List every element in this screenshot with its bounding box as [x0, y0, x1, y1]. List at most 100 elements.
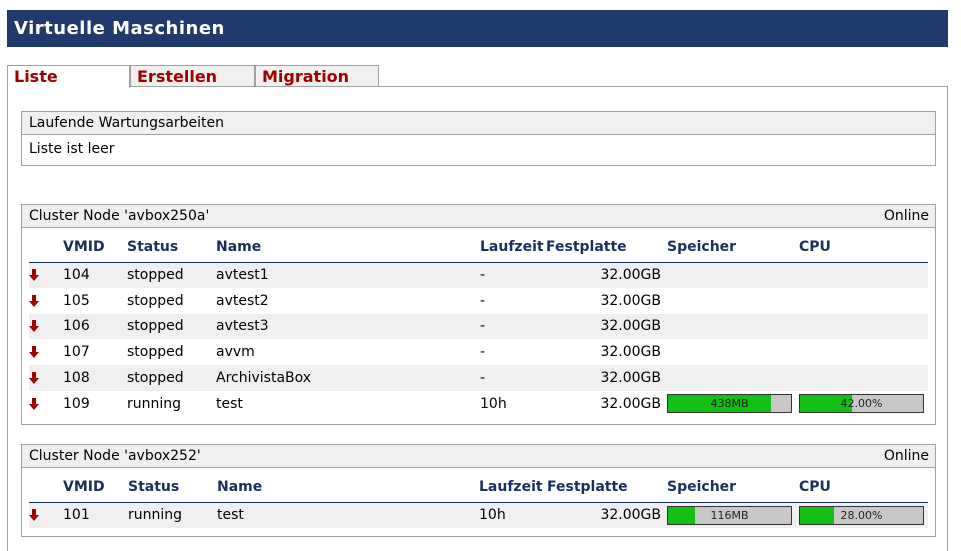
name-cell[interactable]: avvm: [216, 339, 480, 365]
cpu-bar-label: 42.00%: [840, 397, 883, 411]
tab-bar: Liste Erstellen Migration: [7, 65, 379, 88]
arrow-down-icon[interactable]: [29, 294, 39, 307]
arrow-down-icon[interactable]: [29, 320, 39, 333]
cpu-cell: [799, 365, 928, 391]
vmid-cell: 106: [63, 313, 127, 340]
table-row: 104 stopped avtest1-32.00GB: [29, 262, 928, 288]
col-memory: Speicher: [667, 468, 799, 503]
memory-cell: 438MB: [667, 391, 799, 417]
uptime-cell: -: [480, 262, 546, 288]
col-vmid: VMID: [63, 468, 128, 503]
maintenance-message: Liste ist leer: [29, 141, 115, 157]
tab-liste[interactable]: Liste: [7, 65, 130, 88]
vmid-cell: 101: [63, 502, 128, 528]
node-header: Cluster Node 'avbox252' Online: [22, 445, 935, 468]
memory-bar-fill: [668, 506, 696, 524]
arrow-down-icon[interactable]: [29, 346, 39, 359]
col-memory: Speicher: [667, 228, 799, 263]
status-cell: stopped: [127, 365, 216, 391]
action-cell: [29, 339, 63, 365]
name-cell[interactable]: avtest1: [216, 262, 480, 288]
status-cell: stopped: [127, 344, 184, 361]
table-row: 101 running test 10h 32.00GB 116MB 28.00%: [29, 502, 928, 528]
vm-table: VMID Status Name Laufzeit Festplatte Spe…: [29, 228, 928, 417]
status-cell: stopped: [127, 262, 216, 288]
col-name: Name: [216, 228, 480, 263]
memory-bar-label: 116MB: [710, 508, 749, 522]
vmid-cell: 105: [63, 292, 90, 309]
status-cell: running: [127, 395, 182, 412]
disk-cell: 32.00GB: [546, 365, 667, 391]
name-cell[interactable]: avtest3: [216, 313, 480, 340]
action-cell: [29, 288, 63, 314]
node-panel-avbox252: Cluster Node 'avbox252' Online VMID Stat…: [21, 444, 936, 537]
disk-cell: 32.00GB: [547, 502, 667, 528]
table-row: 109 running test 10h 32.00GB 438MB 42.00%: [29, 391, 928, 417]
action-cell: [29, 313, 63, 340]
memory-bar: 116MB: [667, 505, 792, 525]
tab-migration[interactable]: Migration: [255, 65, 379, 87]
cpu-cell: [799, 262, 928, 288]
col-disk: Festplatte: [546, 228, 667, 263]
node-state: Online: [883, 448, 929, 464]
node-title: Cluster Node 'avbox250a': [29, 208, 210, 224]
vmid-cell: 104: [63, 262, 127, 288]
tab-content: Laufende Wartungsarbeiten Liste ist leer…: [7, 86, 948, 551]
col-action: [29, 228, 63, 263]
cpu-bar: 42.00%: [799, 394, 924, 414]
arrow-down-icon[interactable]: [29, 397, 39, 410]
tab-erstellen[interactable]: Erstellen: [130, 65, 255, 87]
table-row: 105 stopped avtest2- 32.00GB: [29, 288, 928, 314]
arrow-down-icon[interactable]: [29, 269, 39, 282]
table-row: 108 stopped ArchivistaBox -32.00GB: [29, 365, 928, 391]
uptime-cell: -: [480, 292, 486, 309]
uptime-cell: -: [480, 344, 486, 361]
col-uptime: Laufzeit: [479, 468, 547, 503]
memory-bar: 438MB: [667, 394, 792, 414]
memory-cell: 116MB: [667, 502, 799, 528]
col-vmid: VMID: [63, 228, 127, 263]
disk-cell: 32.00GB: [546, 313, 667, 340]
col-disk: Festplatte: [547, 468, 667, 503]
vm-table: VMID Status Name Laufzeit Festplatte Spe…: [29, 468, 928, 528]
uptime-cell: -: [480, 313, 546, 340]
maintenance-panel: Laufende Wartungsarbeiten Liste ist leer: [21, 111, 936, 166]
disk-cell: 32.00GB: [600, 292, 661, 309]
cpu-cell: [799, 339, 928, 365]
col-cpu: CPU: [799, 468, 928, 503]
uptime-cell: -: [480, 365, 546, 391]
action-cell: [29, 262, 63, 288]
col-cpu: CPU: [799, 228, 928, 263]
maintenance-header: Laufende Wartungsarbeiten: [22, 112, 935, 135]
vmid-cell: 108: [63, 365, 127, 391]
arrow-down-icon[interactable]: [29, 509, 39, 522]
status-cell: running: [128, 502, 217, 528]
node-state: Online: [883, 208, 929, 224]
cpu-cell: 42.00%: [799, 391, 928, 417]
memory-cell: [667, 339, 799, 365]
name-cell[interactable]: test: [216, 391, 480, 417]
col-status: Status: [127, 228, 216, 263]
maintenance-title: Laufende Wartungsarbeiten: [29, 115, 225, 131]
col-status: Status: [128, 468, 217, 503]
table-row: 107 stopped avvm - 32.00GB: [29, 339, 928, 365]
disk-cell: 32.00GB: [546, 262, 667, 288]
name-cell[interactable]: test: [217, 502, 479, 528]
cpu-bar-label: 28.00%: [840, 508, 883, 522]
table-row: 106 stopped avtest3-32.00GB: [29, 313, 928, 340]
name-cell[interactable]: avtest2: [216, 288, 480, 314]
arrow-down-icon[interactable]: [29, 372, 39, 385]
memory-cell: [667, 313, 799, 340]
name-cell[interactable]: ArchivistaBox: [216, 365, 480, 391]
disk-cell: 32.00GB: [600, 344, 661, 361]
action-cell: [29, 365, 63, 391]
cpu-bar-fill: [800, 506, 835, 524]
memory-cell: [667, 262, 799, 288]
vmid-cell: 107: [63, 344, 90, 361]
uptime-cell: 10h: [479, 502, 547, 528]
col-uptime: Laufzeit: [480, 228, 546, 263]
node-header: Cluster Node 'avbox250a' Online: [22, 205, 935, 228]
disk-cell: 32.00GB: [600, 395, 661, 412]
cpu-cell: [799, 313, 928, 340]
memory-cell: [667, 288, 799, 314]
